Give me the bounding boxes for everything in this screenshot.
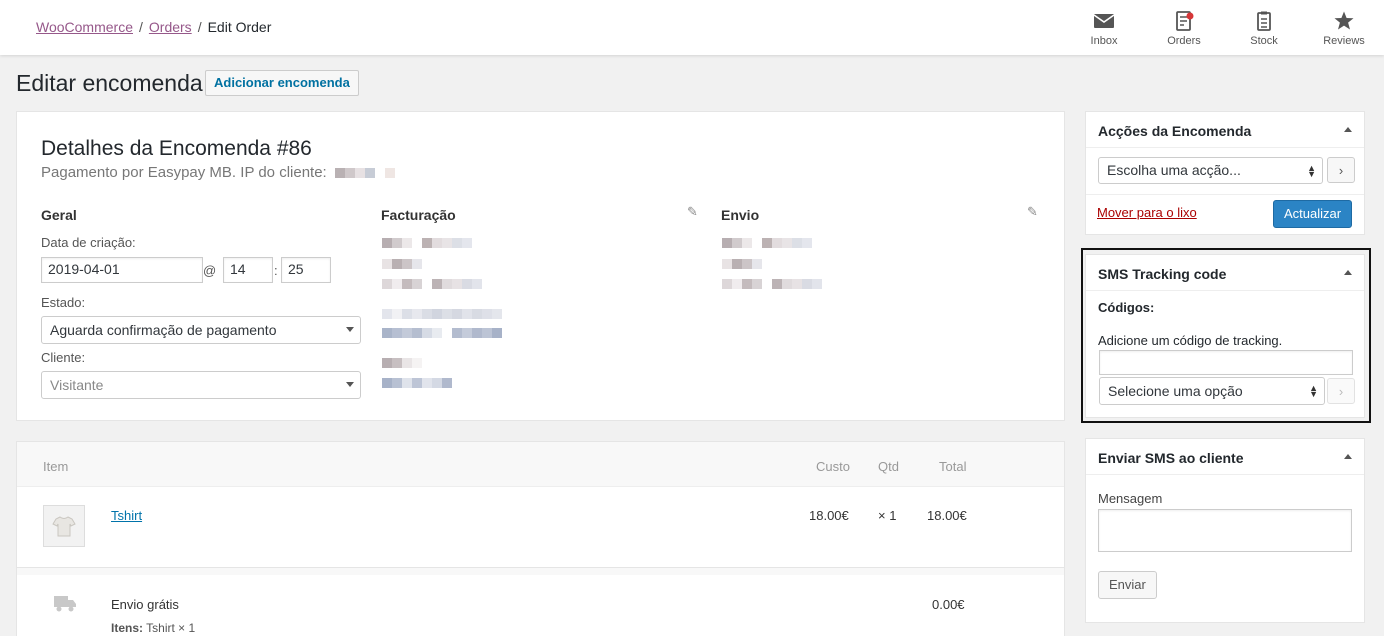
header-cost: Custo: [816, 459, 850, 474]
nav-stock-label: Stock: [1250, 35, 1278, 47]
sms-tracking-box: SMS Tracking code Códigos: Adicione um c…: [1085, 254, 1365, 418]
breadcrumb: WooCommerce / Orders / Edit Order: [36, 19, 271, 35]
star-icon: [1334, 11, 1354, 30]
message-label: Mensagem: [1098, 491, 1163, 506]
nav-inbox[interactable]: Inbox: [1064, 0, 1144, 55]
status-value: Aguarda confirmação de pagamento: [50, 322, 277, 338]
message-textarea[interactable]: [1098, 509, 1352, 552]
truck-icon: [54, 596, 76, 612]
shipping-total: 0.00€: [932, 597, 965, 612]
send-sms-button[interactable]: Enviar: [1098, 571, 1157, 599]
inbox-icon: [1093, 14, 1115, 28]
select-arrows-icon: ▲ ▼: [1307, 163, 1316, 179]
order-action-value: Escolha uma acção...: [1107, 162, 1241, 178]
nav-reviews[interactable]: Reviews: [1304, 0, 1384, 55]
item-cost: 18.00€: [809, 508, 849, 523]
send-sms-box: Enviar SMS ao cliente Mensagem Enviar: [1085, 438, 1365, 623]
product-thumbnail: [43, 505, 85, 547]
edit-billing-pencil-icon[interactable]: ✎: [687, 204, 698, 220]
send-sms-header[interactable]: Enviar SMS ao cliente: [1086, 439, 1364, 475]
minute-input[interactable]: 25: [281, 257, 331, 283]
at-symbol: @: [203, 263, 217, 278]
collapse-toggle-icon[interactable]: [1344, 270, 1352, 275]
orders-icon: [1176, 11, 1194, 31]
order-details-panel: Detalhes da Encomenda #86 Pagamento por …: [16, 111, 1065, 421]
order-action-select[interactable]: Escolha uma acção... ▲ ▼: [1098, 157, 1323, 184]
product-link-tshirt[interactable]: Tshirt: [111, 508, 142, 523]
shipping-items-label: Itens:: [111, 621, 144, 635]
header-total: Total: [939, 459, 967, 474]
collapse-toggle-icon[interactable]: [1344, 454, 1352, 459]
stock-icon: [1257, 11, 1271, 31]
item-qty: × 1: [878, 508, 897, 523]
breadcrumb-separator: /: [139, 19, 143, 35]
box-divider: [1086, 194, 1364, 195]
nav-reviews-label: Reviews: [1323, 35, 1365, 47]
chevron-down-icon: [346, 327, 354, 332]
billing-heading: Facturação: [381, 207, 456, 223]
activity-nav: Inbox Orders Stock Reviews: [1064, 0, 1384, 55]
redacted-ip: [334, 164, 395, 181]
tshirt-icon: [52, 516, 76, 537]
order-title: Detalhes da Encomenda #86: [41, 137, 312, 160]
breadcrumb-orders-link[interactable]: Orders: [149, 19, 192, 35]
item-total: 18.00€: [927, 508, 967, 523]
add-order-button[interactable]: Adicionar encomenda: [205, 70, 359, 96]
update-button[interactable]: Actualizar: [1273, 200, 1353, 228]
add-tracking-label: Adicione um código de tracking.: [1098, 333, 1283, 348]
shipping-method-name: Envio grátis: [111, 597, 179, 612]
order-subtitle: Pagamento por Easypay MB. IP do cliente:: [41, 164, 395, 181]
breadcrumb-woocommerce-link[interactable]: WooCommerce: [36, 19, 133, 35]
shipping-items-value: Tshirt × 1: [146, 621, 196, 635]
customer-label: Cliente:: [41, 350, 86, 365]
select-arrows-icon: ▲ ▼: [1309, 383, 1318, 399]
items-divider: [17, 567, 1064, 575]
codes-label: Códigos:: [1098, 300, 1155, 315]
shipping-items: Itens: Tshirt × 1: [111, 621, 195, 635]
apply-action-button[interactable]: ›: [1327, 157, 1355, 183]
breadcrumb-separator: /: [197, 19, 202, 35]
nav-orders[interactable]: Orders: [1144, 0, 1224, 55]
customer-placeholder: Visitante: [50, 377, 104, 393]
send-sms-title: Enviar SMS ao cliente: [1098, 450, 1244, 466]
add-tracking-button[interactable]: ›: [1327, 378, 1355, 404]
header-qty: Qtd: [878, 459, 899, 474]
customer-select[interactable]: Visitante: [41, 371, 361, 399]
page-title: Editar encomenda: [16, 70, 203, 96]
nav-orders-label: Orders: [1167, 35, 1201, 47]
edit-shipping-pencil-icon[interactable]: ✎: [1027, 204, 1038, 220]
tracking-code-input[interactable]: [1099, 350, 1353, 375]
sms-tracking-header[interactable]: SMS Tracking code: [1086, 255, 1364, 291]
payment-info: Pagamento por Easypay MB. IP do cliente:: [41, 164, 327, 181]
tracking-option-value: Selecione uma opção: [1108, 383, 1243, 399]
move-to-trash-link[interactable]: Mover para o lixo: [1097, 205, 1197, 220]
order-actions-title: Acções da Encomenda: [1098, 123, 1252, 139]
sms-tracking-title: SMS Tracking code: [1098, 266, 1227, 282]
tracking-option-select[interactable]: Selecione uma opção ▲ ▼: [1099, 377, 1325, 405]
shipping-heading: Envio: [721, 207, 760, 223]
general-heading: Geral: [41, 207, 77, 223]
nav-stock[interactable]: Stock: [1224, 0, 1304, 55]
order-actions-header[interactable]: Acções da Encomenda: [1086, 112, 1364, 148]
chevron-down-icon: [346, 382, 354, 387]
order-actions-box: Acções da Encomenda Escolha uma acção...…: [1085, 111, 1365, 235]
order-items-panel: Item Custo Qtd Total Tshirt 18.00€ × 1 1…: [16, 441, 1065, 636]
breadcrumb-current: Edit Order: [207, 19, 272, 35]
header-item: Item: [43, 459, 69, 474]
status-select[interactable]: Aguarda confirmação de pagamento: [41, 316, 361, 344]
collapse-toggle-icon[interactable]: [1344, 127, 1352, 132]
items-table-header: Item Custo Qtd Total: [17, 442, 1064, 487]
top-bar: WooCommerce / Orders / Edit Order Inbox Orde…: [0, 0, 1384, 55]
hour-input[interactable]: 14: [223, 257, 273, 283]
time-colon: :: [274, 263, 278, 278]
status-label: Estado:: [41, 295, 86, 310]
date-created-input[interactable]: 2019-04-01: [41, 257, 203, 283]
nav-inbox-label: Inbox: [1090, 35, 1118, 47]
date-created-label: Data de criação:: [41, 235, 136, 250]
